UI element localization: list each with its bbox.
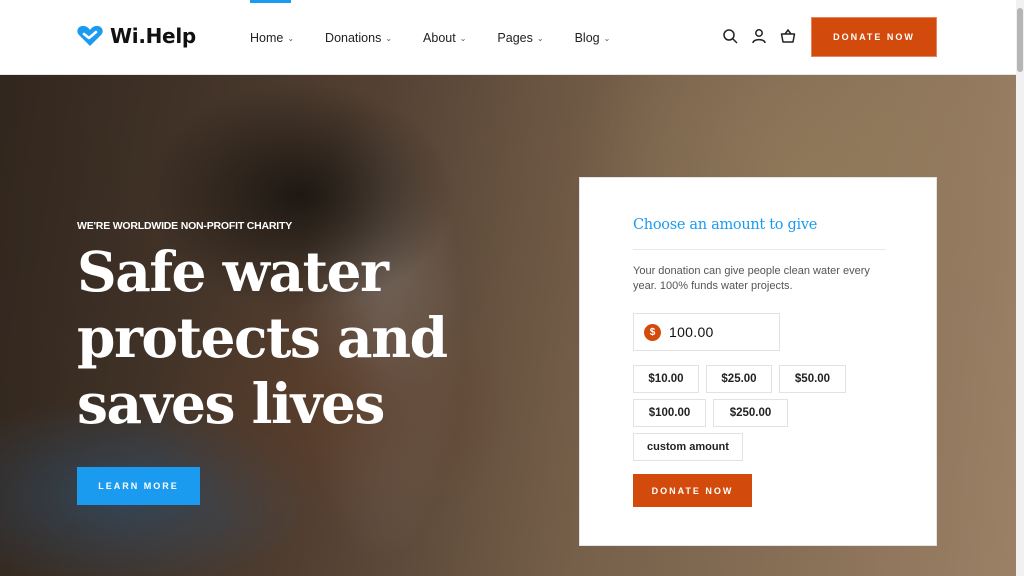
nav-item-about[interactable]: About ⌄	[423, 0, 466, 75]
amount-value: 100.00	[669, 324, 714, 340]
heart-logo-icon	[77, 25, 103, 46]
nav-label: Pages	[497, 30, 533, 45]
learn-more-button[interactable]: LEARN MORE	[77, 467, 200, 505]
preset-amount-25[interactable]: $25.00	[706, 365, 772, 393]
nav-label: Home	[250, 30, 284, 45]
chevron-down-icon: ⌄	[287, 34, 295, 43]
chevron-down-icon: ⌄	[459, 34, 467, 43]
header-icons	[722, 28, 796, 44]
amount-input[interactable]: $ 100.00	[633, 313, 780, 351]
preset-amount-250[interactable]: $250.00	[713, 399, 788, 427]
nav-label: Blog	[574, 30, 600, 45]
hero-headline: Safe water protects and saves lives	[77, 239, 448, 436]
nav-item-donations[interactable]: Donations ⌄	[325, 0, 392, 75]
main-nav: Home ⌄ Donations ⌄ About ⌄ Pages ⌄ Blog …	[250, 0, 641, 75]
hero-tagline: WE'RE WORLDWIDE NON-PROFIT CHARITY	[77, 220, 293, 232]
nav-active-indicator	[250, 0, 291, 3]
card-title: Choose an amount to give	[633, 217, 818, 233]
nav-item-pages[interactable]: Pages ⌄	[497, 0, 543, 75]
user-icon[interactable]	[751, 28, 767, 44]
scrollbar-thumb[interactable]	[1017, 8, 1023, 72]
search-icon[interactable]	[722, 28, 738, 44]
nav-item-home[interactable]: Home ⌄	[250, 0, 294, 75]
nav-item-blog[interactable]: Blog ⌄	[575, 0, 611, 75]
custom-amount-button[interactable]: custom amount	[633, 433, 743, 461]
preset-amount-50[interactable]: $50.00	[779, 365, 846, 393]
chevron-down-icon: ⌄	[385, 34, 393, 43]
donate-now-button[interactable]: DONATE NOW	[811, 17, 937, 57]
dollar-icon: $	[644, 323, 661, 341]
scrollbar-track[interactable]	[1016, 0, 1024, 576]
cart-icon[interactable]	[780, 28, 796, 44]
chevron-down-icon: ⌄	[536, 34, 544, 43]
divider	[633, 249, 886, 250]
preset-amount-10[interactable]: $10.00	[633, 365, 699, 393]
donation-card: Choose an amount to give Your donation c…	[579, 177, 937, 546]
logo[interactable]: Wi.Help	[76, 24, 196, 48]
site-header: Wi.Help Home ⌄ Donations ⌄ About ⌄ Pages…	[0, 0, 1024, 75]
preset-amount-100[interactable]: $100.00	[633, 399, 706, 427]
nav-label: About	[423, 30, 456, 45]
chevron-down-icon: ⌄	[603, 34, 611, 43]
card-description: Your donation can give people clean wate…	[633, 265, 870, 292]
nav-label: Donations	[325, 30, 382, 45]
brand-name: Wi.Help	[110, 24, 196, 48]
donate-now-card-button[interactable]: DONATE NOW	[633, 474, 752, 507]
